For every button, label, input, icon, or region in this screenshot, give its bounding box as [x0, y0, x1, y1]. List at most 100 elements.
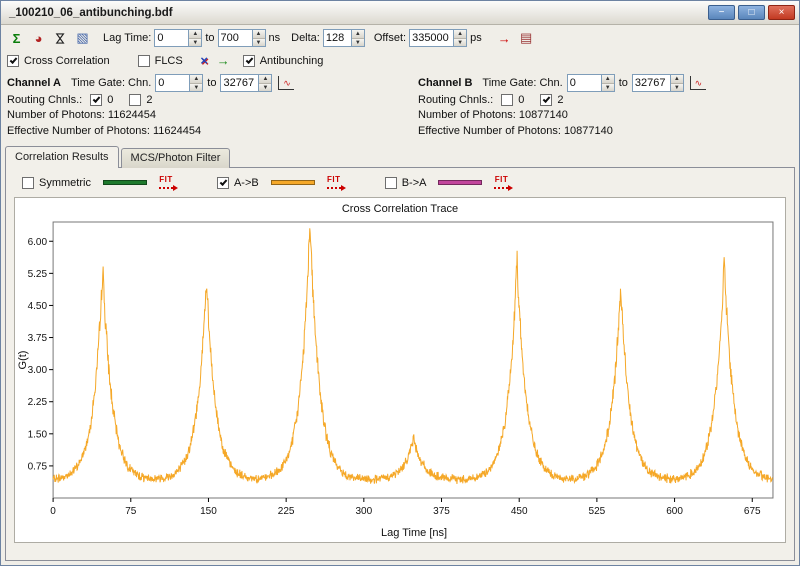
checkbox-box[interactable] — [129, 94, 141, 106]
hourglass-icon[interactable]: ⋈ — [52, 29, 69, 48]
tab-strip: Correlation Results MCS/Photon Filter — [1, 145, 799, 167]
y-tick-label: 6.00 — [28, 237, 48, 248]
flcs-pattern-icon[interactable]: × — [195, 52, 214, 69]
lag-from-spinner[interactable]: ▲ ▼ — [188, 30, 201, 46]
channel-b-routing-0-checkbox[interactable]: 0 — [501, 94, 524, 106]
delta-spinner[interactable]: ▲ ▼ — [351, 30, 364, 46]
trace-legend: Symmetric FIT A->B FIT — [14, 174, 786, 197]
antibunching-checkbox[interactable]: Antibunching — [243, 55, 324, 67]
channel-b-gate-from-field[interactable] — [568, 75, 601, 91]
checkbox-box[interactable] — [501, 94, 513, 106]
channel-a-gate-row: Channel A Time Gate: Chn. ▲ ▼ to ▲ ▼ — [7, 74, 400, 92]
spinner[interactable]: ▲ ▼ — [601, 75, 614, 91]
offset-field[interactable] — [410, 30, 453, 46]
spin-up-icon[interactable]: ▲ — [671, 75, 683, 84]
checkbox-box[interactable] — [138, 55, 150, 67]
cross-correlation-checkbox[interactable]: Cross Correlation — [7, 55, 110, 67]
channel-b-routing-2-checkbox[interactable]: 2 — [540, 94, 563, 106]
tab-mcs-photon-filter[interactable]: MCS/Photon Filter — [121, 148, 231, 168]
b-to-a-fit-button[interactable]: FIT — [494, 176, 508, 189]
ns-units-label: ns — [269, 32, 281, 44]
fit-label: FIT — [495, 176, 509, 184]
spin-down-icon[interactable]: ▼ — [189, 39, 201, 47]
time-gate-icon[interactable]: ∿ — [278, 76, 294, 90]
routing-0-label: 0 — [518, 94, 524, 106]
spinner[interactable]: ▲ ▼ — [189, 75, 202, 91]
legend-item-a-to-b: A->B FIT — [217, 176, 341, 189]
spinner[interactable]: ▲ ▼ — [670, 75, 683, 91]
b-to-a-checkbox[interactable]: B->A — [385, 177, 427, 189]
channel-b-routing-row: Routing Chnls.: 0 2 — [418, 94, 793, 106]
y-tick-label: 5.25 — [28, 269, 48, 280]
checkbox-box[interactable] — [217, 177, 229, 189]
spin-down-icon[interactable]: ▼ — [253, 39, 265, 47]
offset-input[interactable]: ▲ ▼ — [409, 29, 467, 47]
channel-b-gate-to-field[interactable] — [633, 75, 670, 91]
lag-to-field[interactable] — [219, 30, 252, 46]
lag-from-input[interactable]: ▲ ▼ — [154, 29, 202, 47]
spin-up-icon[interactable]: ▲ — [190, 75, 202, 84]
lag-to-spinner[interactable]: ▲ ▼ — [252, 30, 265, 46]
lag-to-input[interactable]: ▲ ▼ — [218, 29, 266, 47]
spin-up-icon[interactable]: ▲ — [454, 30, 466, 39]
checkbox-box[interactable] — [22, 177, 34, 189]
checkbox-box[interactable] — [243, 55, 255, 67]
channel-a-gate-from-field[interactable] — [156, 75, 189, 91]
checkbox-box[interactable] — [385, 177, 397, 189]
export-icon[interactable]: → — [495, 30, 514, 47]
x-tick-label: 600 — [666, 506, 683, 517]
checkbox-box[interactable] — [540, 94, 552, 106]
y-tick-label: 1.50 — [28, 429, 48, 440]
apply-filter-icon[interactable]: → — [214, 52, 233, 69]
channel-a-routing-2-checkbox[interactable]: 2 — [129, 94, 152, 106]
channel-a-gate-from-input[interactable]: ▲ ▼ — [155, 74, 203, 92]
spin-up-icon[interactable]: ▲ — [189, 30, 201, 39]
lag-to-label: to — [205, 32, 214, 44]
spin-down-icon[interactable]: ▼ — [602, 84, 614, 92]
minimize-button[interactable]: − — [708, 5, 735, 20]
spin-down-icon[interactable]: ▼ — [190, 84, 202, 92]
tab-correlation-results[interactable]: Correlation Results — [5, 146, 119, 168]
toolbar: Σ ◕ ⋈ ▧ Lag Time: ▲ ▼ to ▲ ▼ ns Delta: ▲ — [1, 25, 799, 50]
lag-from-field[interactable] — [155, 30, 188, 46]
spinner[interactable]: ▲ ▼ — [258, 75, 271, 91]
symmetric-checkbox[interactable]: Symmetric — [22, 177, 91, 189]
maximize-button[interactable]: □ — [738, 5, 765, 20]
symmetric-fit-button[interactable]: FIT — [159, 176, 173, 189]
close-button[interactable]: × — [768, 5, 795, 20]
channel-b-gate-from-input[interactable]: ▲ ▼ — [567, 74, 615, 92]
channel-b-gate-to-input[interactable]: ▲ ▼ — [632, 74, 684, 92]
a-to-b-fit-button[interactable]: FIT — [327, 176, 341, 189]
checkbox-box[interactable] — [7, 55, 19, 67]
time-gate-icon[interactable]: ∿ — [690, 76, 706, 90]
title-bar[interactable]: _100210_06_antibunching.bdf − □ × — [1, 1, 799, 25]
cross-correlation-chart[interactable]: Cross Correlation Trace Lag Time [ns] G(… — [14, 197, 786, 543]
spin-up-icon[interactable]: ▲ — [602, 75, 614, 84]
spin-down-icon[interactable]: ▼ — [671, 84, 683, 92]
flcs-checkbox[interactable]: FLCS — [138, 55, 183, 67]
sum-correlate-icon[interactable]: Σ — [7, 30, 26, 47]
pie-chart-icon[interactable]: ◕ — [29, 30, 48, 47]
offset-spinner[interactable]: ▲ ▼ — [453, 30, 466, 46]
delta-field[interactable] — [324, 30, 351, 46]
correlate-icon[interactable]: ▧ — [73, 30, 92, 47]
spin-down-icon[interactable]: ▼ — [352, 39, 364, 47]
b-to-a-label: B->A — [402, 177, 427, 189]
delta-label: Delta: — [291, 32, 320, 44]
delta-input[interactable]: ▲ ▼ — [323, 29, 365, 47]
spin-down-icon[interactable]: ▼ — [259, 84, 271, 92]
a-to-b-checkbox[interactable]: A->B — [217, 177, 259, 189]
channel-b-photons-value: 10877140 — [519, 109, 568, 121]
checkbox-box[interactable] — [90, 94, 102, 106]
spin-up-icon[interactable]: ▲ — [259, 75, 271, 84]
channel-a-gate-to-field[interactable] — [221, 75, 258, 91]
spin-up-icon[interactable]: ▲ — [352, 30, 364, 39]
report-icon[interactable]: ▤ — [517, 30, 536, 47]
channel-b-time-gate-label: Time Gate: Chn. — [482, 77, 562, 89]
channel-a-gate-to-input[interactable]: ▲ ▼ — [220, 74, 272, 92]
spin-up-icon[interactable]: ▲ — [253, 30, 265, 39]
x-tick-label: 0 — [50, 506, 56, 517]
channel-a-routing-0-checkbox[interactable]: 0 — [90, 94, 113, 106]
spin-down-icon[interactable]: ▼ — [454, 39, 466, 47]
window-controls: − □ × — [708, 5, 795, 20]
